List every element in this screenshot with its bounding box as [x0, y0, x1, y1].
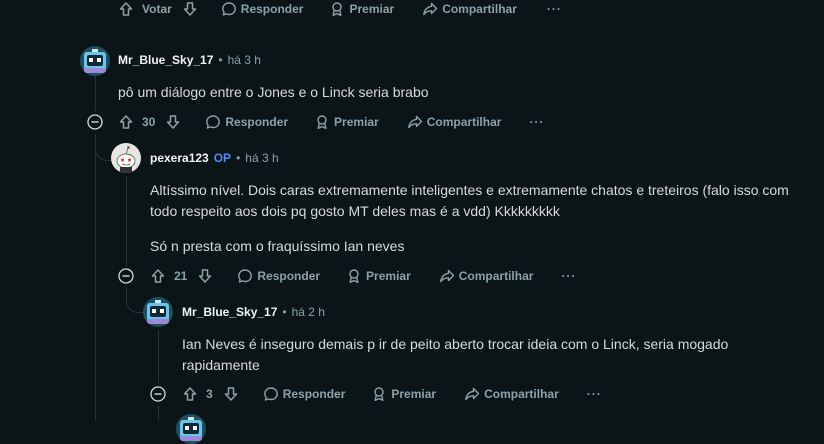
award-ribbon-icon [314, 114, 330, 130]
minus-circle-icon[interactable] [87, 114, 103, 130]
share-button[interactable]: Compartilhar [439, 268, 534, 284]
reply-button[interactable]: Responder [221, 1, 304, 17]
share-arrow-icon [439, 268, 455, 284]
meta-separator: • [282, 305, 287, 319]
reply-label: Responder [282, 387, 346, 401]
thread-line [126, 176, 127, 266]
comment-meta: pexera123 OP • há 3 h [150, 151, 279, 165]
avatar[interactable] [80, 46, 110, 76]
minus-circle-icon[interactable] [150, 386, 166, 402]
comment-meta: Mr_Blue_Sky_17 • há 2 h [182, 305, 325, 319]
award-ribbon-icon [329, 1, 345, 17]
reply-button[interactable]: Responder [237, 268, 320, 284]
comment-action-row: 21 Responder Premiar Compartilhar ··· [150, 264, 576, 288]
reply-button[interactable]: Responder [263, 386, 346, 402]
share-button[interactable]: Compartilhar [422, 1, 517, 17]
speech-bubble-icon [205, 114, 221, 130]
thread-line [95, 76, 96, 111]
vote-group: Votar [118, 1, 198, 17]
reply-label: Responder [257, 269, 321, 283]
speech-bubble-icon [237, 268, 253, 284]
more-options-button[interactable]: ··· [561, 269, 576, 283]
comment-action-row: 3 Responder Premiar Compartilhar ··· [182, 382, 602, 406]
op-badge: OP [213, 151, 232, 165]
reply-label: Responder [225, 115, 289, 129]
share-arrow-icon [407, 114, 423, 130]
comment-action-row: 30 Responder Premiar Compartilhar ··· [118, 110, 544, 134]
award-label: Premiar [366, 269, 411, 283]
meta-separator: • [218, 53, 223, 67]
avatar[interactable] [176, 414, 206, 444]
share-arrow-icon [464, 386, 480, 402]
vote-group: 30 [118, 114, 181, 130]
share-button[interactable]: Compartilhar [407, 114, 502, 130]
more-options-button[interactable]: ··· [529, 115, 544, 129]
comment-paragraph: Altíssimo nível. Dois caras extremamente… [150, 182, 789, 219]
avatar[interactable] [111, 143, 141, 173]
award-button[interactable]: Premiar [329, 1, 394, 17]
thread-line [158, 406, 159, 420]
award-label: Premiar [391, 387, 437, 401]
share-label: Compartilhar [458, 269, 534, 283]
award-label: Premiar [334, 115, 379, 129]
meta-separator: • [236, 151, 241, 165]
top-action-row: Votar Responder Premiar Compartilhar ··· [118, 0, 562, 21]
award-button[interactable]: Premiar [371, 386, 436, 402]
avatar[interactable] [143, 297, 173, 327]
vote-group: 21 [150, 268, 213, 284]
share-label: Compartilhar [484, 387, 559, 401]
arrow-down-icon[interactable] [165, 114, 181, 130]
arrow-down-icon[interactable] [197, 268, 213, 284]
share-label: Compartilhar [442, 2, 517, 16]
share-arrow-icon [422, 1, 438, 17]
speech-bubble-icon [221, 1, 237, 17]
author-name[interactable]: Mr_Blue_Sky_17 [182, 305, 277, 319]
arrow-up-icon[interactable] [118, 1, 134, 17]
timestamp[interactable]: há 3 h [245, 151, 278, 165]
comment-body: Ian Neves é inseguro demais p ir de peit… [182, 334, 762, 376]
comment-body: pô um diálogo entre o Jones e o Linck se… [118, 82, 798, 103]
more-options-button[interactable]: ··· [587, 387, 602, 401]
arrow-up-icon[interactable] [150, 268, 166, 284]
arrow-down-icon[interactable] [182, 1, 198, 17]
timestamp[interactable]: há 3 h [228, 53, 261, 67]
award-button[interactable]: Premiar [314, 114, 379, 130]
timestamp[interactable]: há 2 h [292, 305, 325, 319]
award-ribbon-icon [346, 268, 362, 284]
score: 3 [206, 387, 213, 401]
share-label: Compartilhar [426, 115, 502, 129]
author-name[interactable]: pexera123 [150, 151, 209, 165]
more-options-button[interactable]: ··· [547, 2, 562, 16]
share-button[interactable]: Compartilhar [464, 386, 559, 402]
award-ribbon-icon [371, 386, 387, 402]
comment-paragraph: Só n presta com o fraquíssimo Ian neves [150, 238, 405, 254]
score: 30 [142, 115, 156, 129]
comment-meta: Mr_Blue_Sky_17 • há 3 h [118, 53, 261, 67]
thread-line [95, 134, 96, 420]
author-name[interactable]: Mr_Blue_Sky_17 [118, 53, 213, 67]
reply-button[interactable]: Responder [205, 114, 288, 130]
thread-line [158, 330, 159, 383]
arrow-up-icon[interactable] [182, 386, 198, 402]
comment-paragraph: pô um diálogo entre o Jones e o Linck se… [118, 84, 429, 100]
arrow-down-icon[interactable] [223, 386, 239, 402]
reply-label: Responder [240, 2, 304, 16]
comment-body: Altíssimo nível. Dois caras extremamente… [150, 180, 800, 257]
arrow-up-icon[interactable] [118, 114, 134, 130]
minus-circle-icon[interactable] [118, 268, 134, 284]
speech-bubble-icon [263, 386, 279, 402]
award-label: Premiar [349, 2, 395, 16]
comment-paragraph: Ian Neves é inseguro demais p ir de peit… [182, 336, 729, 373]
score: 21 [174, 269, 188, 283]
vote-group: 3 [182, 386, 239, 402]
vote-label: Votar [142, 2, 172, 16]
award-button[interactable]: Premiar [346, 268, 411, 284]
